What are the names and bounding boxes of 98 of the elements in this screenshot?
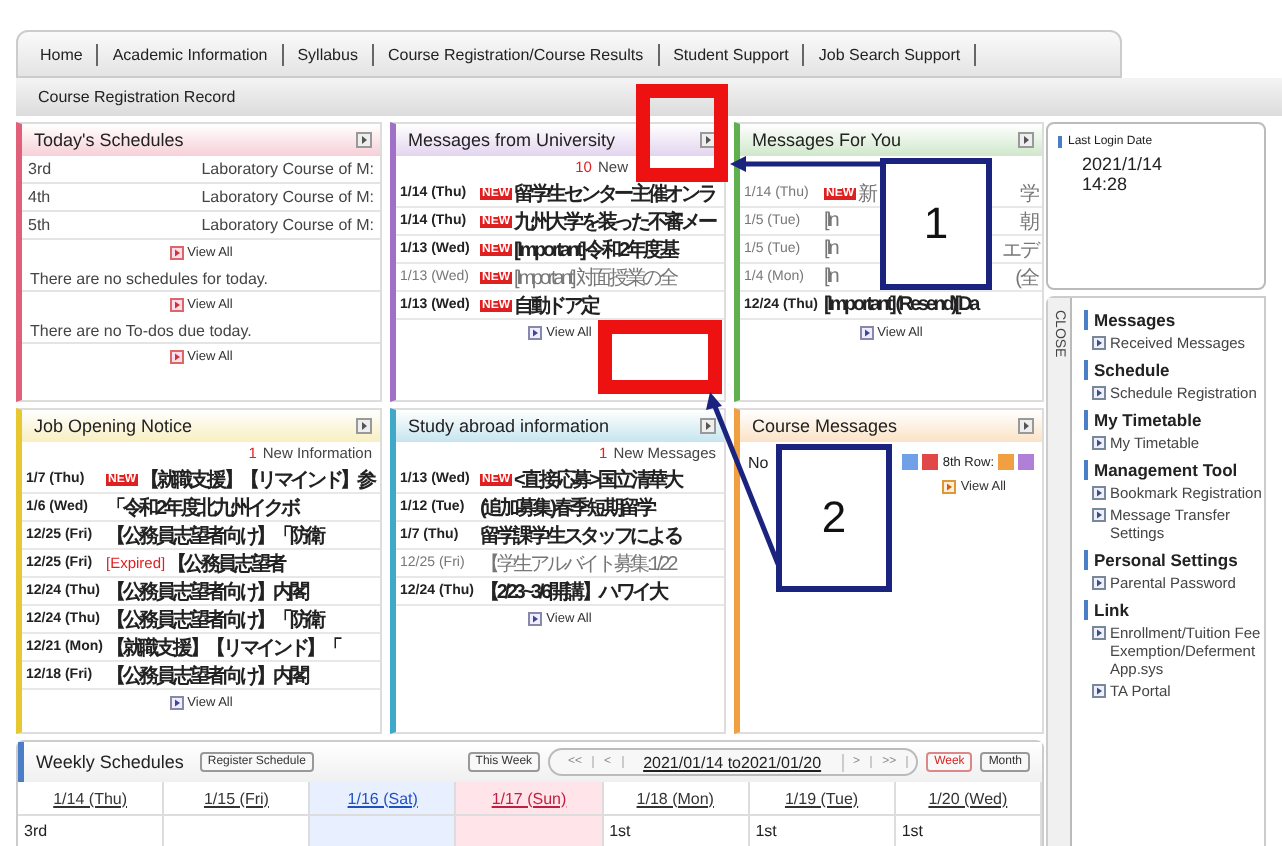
schedule-cell: 1st	[895, 816, 1042, 846]
panel-title: Course Messages	[750, 416, 898, 436]
empty-note: There are no schedules for today.	[22, 264, 380, 292]
message-subject-link[interactable]: 【2/23~3/6開講】ハワイ大	[480, 577, 666, 605]
message-subject-end: 学	[1020, 181, 1038, 207]
expand-icon[interactable]	[1018, 418, 1034, 434]
play-icon	[169, 350, 184, 364]
play-icon	[169, 696, 184, 710]
play-icon	[859, 326, 874, 340]
highlight-frame	[636, 84, 728, 182]
message-subject-link[interactable]: 「令和2年度北九州イクボ	[106, 493, 298, 521]
period-label: 3rd	[28, 160, 52, 178]
message-subject-link[interactable]: [Important] 対面授業の全	[514, 263, 676, 291]
play-icon	[528, 326, 543, 340]
play-icon	[1092, 626, 1106, 640]
message-subject-link[interactable]: 留学生センター主催オンラ	[514, 179, 715, 207]
panel-title: Today's Schedules	[32, 130, 184, 150]
play-icon	[1092, 684, 1106, 698]
message-subject-link[interactable]: [In	[824, 210, 837, 232]
message-subject-link[interactable]: 自動ドア定	[514, 291, 598, 319]
callout-label: 1	[880, 158, 992, 290]
message-subject-link[interactable]: 【就職支援】【リマインド】参	[140, 465, 374, 493]
play-icon	[1092, 386, 1106, 400]
panel-title: Job Opening Notice	[32, 416, 193, 436]
play-icon	[169, 298, 184, 312]
expand-icon[interactable]	[356, 418, 372, 434]
play-icon	[1092, 508, 1106, 522]
play-icon	[169, 246, 184, 260]
message-subject-link[interactable]: 【公務員志望者向け】「防衛	[106, 605, 324, 633]
expand-icon[interactable]	[1018, 132, 1034, 148]
message-subject-link[interactable]: [In	[824, 238, 837, 260]
message-subject-link[interactable]: <直接応募>国立清華大	[514, 465, 682, 493]
message-subject-link[interactable]: [Important] 令和2年度基	[514, 235, 677, 263]
course-note: No	[748, 453, 769, 471]
day-link[interactable]: 1/18 (Mon)	[636, 789, 714, 807]
play-icon	[1092, 336, 1106, 350]
message-subject-end: 朝	[1020, 209, 1038, 235]
menu-section-title: Personal Settings	[1084, 550, 1264, 570]
day-link[interactable]: 1/14 (Thu)	[53, 789, 128, 807]
message-subject-link[interactable]: [Important] (Resend)[Da	[824, 294, 977, 316]
schedule-cell: 3rd	[18, 816, 165, 846]
day-link[interactable]: 1/17 (Sun)	[491, 789, 567, 807]
nav-link[interactable]: Job Search Support	[804, 43, 977, 65]
highlight-frame	[598, 320, 722, 394]
message-subject-end: エデ	[1002, 237, 1038, 263]
message-subject-link[interactable]: 【就職支援】【リマインド】「	[106, 633, 340, 661]
expand-icon[interactable]	[700, 418, 716, 434]
nav-link[interactable]: Syllabus	[283, 43, 374, 65]
panel-title: Study abroad information	[406, 416, 610, 436]
menu-section-title: Link	[1084, 600, 1264, 620]
empty-note: There are no To-dos due today.	[22, 316, 380, 344]
schedule-cell: 1st	[603, 816, 750, 846]
period-label: 4th	[28, 188, 51, 206]
message-subject-link[interactable]: 新	[858, 179, 875, 207]
day-link[interactable]: 1/19 (Tue)	[784, 789, 859, 807]
schedule-cell: 1st	[749, 816, 896, 846]
play-icon	[1092, 436, 1106, 450]
nav-link[interactable]: Home	[26, 43, 99, 65]
nav-link[interactable]: Course Registration/Course Results	[373, 43, 660, 65]
play-icon	[1092, 486, 1106, 500]
message-subject-link[interactable]: 【公務員志望者向け】「防衛	[106, 521, 324, 549]
login-time: 14:28	[1080, 174, 1130, 194]
course-name: Laboratory Course of M:	[201, 160, 374, 178]
play-icon	[1092, 576, 1106, 590]
login-date: 2021/1/14	[1080, 154, 1165, 174]
menu-section-title: Schedule	[1084, 360, 1264, 380]
message-subject-link[interactable]: [In	[824, 266, 837, 288]
message-subject-link[interactable]: 九州大学を装った不審メー	[514, 207, 715, 235]
course-name: Laboratory Course of M:	[201, 188, 374, 206]
play-icon	[942, 480, 957, 494]
expand-icon[interactable]	[700, 132, 716, 148]
message-subject-link[interactable]: 【公務員志望者	[167, 549, 285, 577]
menu-section-title: My Timetable	[1084, 410, 1264, 430]
day-link[interactable]: 1/16 (Sat)	[347, 789, 418, 807]
panel-title: Weekly Schedules	[36, 752, 184, 772]
panel-title: Messages For You	[750, 130, 902, 150]
play-icon	[528, 612, 543, 626]
message-subject-link[interactable]: 【公務員志望者向け】内閣	[106, 577, 307, 605]
nav-link[interactable]: Course Registration Record	[24, 86, 250, 108]
day-link[interactable]: 1/15 (Fri)	[203, 789, 269, 807]
menu-section-title: Management Tool	[1084, 460, 1264, 480]
message-subject-link[interactable]: (追加募集)春季短期留学	[480, 493, 654, 521]
menu-section-title: Messages	[1084, 310, 1264, 330]
nav-link[interactable]: Student Support	[659, 43, 805, 65]
message-subject-link[interactable]: 【公務員志望者向け】内閣	[106, 661, 307, 689]
message-subject-end: (全	[1015, 265, 1038, 291]
callout-label: 2	[776, 444, 892, 592]
day-link[interactable]: 1/20 (Wed)	[928, 789, 1008, 807]
course-name: Laboratory Course of M:	[201, 216, 374, 234]
square-icon[interactable]	[902, 454, 919, 470]
message-subject-link[interactable]: 【学生アルバイト募集:1/22	[480, 549, 675, 577]
message-subject-link[interactable]: 留学課学生スタッフによる	[480, 521, 681, 549]
date-range: 2021/01/14 to2021/01/20	[623, 753, 844, 771]
expand-icon[interactable]	[356, 132, 372, 148]
panel-title: Messages from University	[406, 130, 616, 150]
nav-link[interactable]: Academic Information	[98, 43, 284, 65]
square-icon[interactable]	[922, 454, 939, 470]
period-label: 5th	[28, 216, 51, 234]
